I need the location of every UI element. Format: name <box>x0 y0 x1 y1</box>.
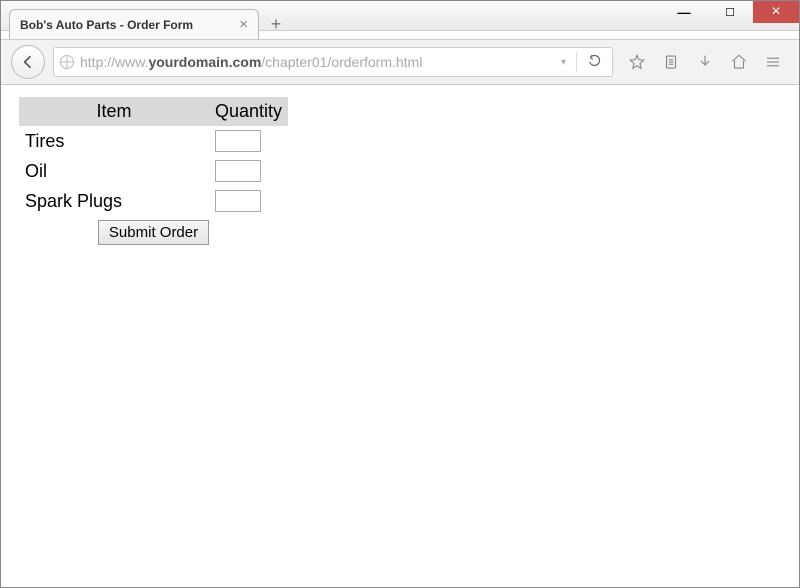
tab-strip: Bob's Auto Parts - Order Form × + <box>9 5 285 39</box>
bookmark-button[interactable] <box>627 52 647 72</box>
quantity-input-sparkplugs[interactable] <box>215 190 261 212</box>
url-bar[interactable]: http://www.yourdomain.com/chapter01/orde… <box>53 47 613 77</box>
toolbar: http://www.yourdomain.com/chapter01/orde… <box>1 39 799 85</box>
url-text: http://www.yourdomain.com/chapter01/orde… <box>80 54 551 70</box>
window-controls: — ☐ × <box>661 1 799 23</box>
reload-button[interactable] <box>583 53 606 71</box>
new-tab-button[interactable]: + <box>267 15 285 33</box>
reload-icon <box>587 53 602 68</box>
item-label: Oil <box>19 156 209 186</box>
header-item: Item <box>19 97 209 126</box>
url-dropdown-icon[interactable]: ▾ <box>557 57 570 68</box>
star-icon <box>628 53 646 71</box>
browser-window: — ☐ × Bob's Auto Parts - Order Form × + … <box>0 0 800 588</box>
back-button[interactable] <box>11 45 45 79</box>
back-arrow-icon <box>20 54 36 70</box>
table-row: Tires <box>19 126 288 156</box>
submit-row: Submit Order <box>19 216 288 249</box>
tab-close-icon[interactable]: × <box>239 16 248 33</box>
tab-title: Bob's Auto Parts - Order Form <box>20 18 193 32</box>
browser-tab[interactable]: Bob's Auto Parts - Order Form × <box>9 9 259 39</box>
clipboard-icon <box>662 53 680 71</box>
submit-button[interactable]: Submit Order <box>98 220 209 245</box>
home-button[interactable] <box>729 52 749 72</box>
order-form-table: Item Quantity Tires Oil Spark Plugs Subm… <box>19 97 288 249</box>
maximize-button[interactable]: ☐ <box>707 1 753 23</box>
quantity-input-tires[interactable] <box>215 130 261 152</box>
close-button[interactable]: × <box>753 1 799 23</box>
minimize-button[interactable]: — <box>661 1 707 23</box>
table-header-row: Item Quantity <box>19 97 288 126</box>
item-label: Tires <box>19 126 209 156</box>
header-quantity: Quantity <box>209 97 288 126</box>
quantity-input-oil[interactable] <box>215 160 261 182</box>
download-button[interactable] <box>695 52 715 72</box>
home-icon <box>730 53 748 71</box>
menu-button[interactable] <box>763 52 783 72</box>
toolbar-icons <box>621 52 789 72</box>
item-label: Spark Plugs <box>19 186 209 216</box>
table-row: Spark Plugs <box>19 186 288 216</box>
page-content: Item Quantity Tires Oil Spark Plugs Subm… <box>1 85 799 585</box>
table-row: Oil <box>19 156 288 186</box>
reader-button[interactable] <box>661 52 681 72</box>
separator <box>576 52 577 72</box>
globe-icon <box>60 55 74 69</box>
menu-icon <box>764 53 782 71</box>
download-icon <box>696 53 714 71</box>
